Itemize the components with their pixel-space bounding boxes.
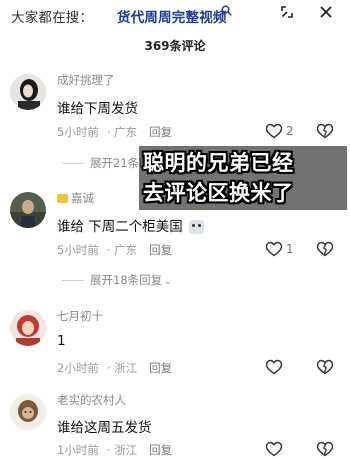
reply-button[interactable]: 回复 bbox=[149, 361, 172, 375]
comment-location: · 广东 bbox=[106, 243, 138, 257]
dislike-broken-heart-icon[interactable] bbox=[316, 440, 334, 457]
like-heart-icon[interactable] bbox=[265, 359, 283, 375]
like-heart-icon[interactable] bbox=[265, 123, 283, 139]
comment-text: 谁给 下周二个柜美国 bbox=[57, 215, 205, 235]
like-heart-icon[interactable] bbox=[265, 241, 283, 257]
comment-count-title: 369条评论 bbox=[144, 39, 206, 53]
dislike-broken-heart-icon[interactable] bbox=[316, 358, 334, 375]
comment-location: · 广东 bbox=[106, 125, 138, 139]
search-bar[interactable]: 大家都在搜： 货代周周完整视频 bbox=[0, 0, 350, 28]
overlay-caption: 聪明的兄弟已经 去评论区换米了 bbox=[139, 146, 347, 210]
comment-meta: 1小时前 · 浙江 回复 bbox=[57, 442, 180, 458]
comment-text: 1 bbox=[57, 333, 66, 349]
comment-text-body: 谁给 下周二个柜美国 bbox=[57, 219, 183, 235]
expand-divider bbox=[62, 163, 84, 164]
reply-button[interactable]: 回复 bbox=[149, 125, 172, 139]
like-heart-icon[interactable] bbox=[265, 441, 283, 457]
avatar[interactable] bbox=[10, 394, 46, 430]
comment-text: 谁给下周发货 bbox=[57, 101, 138, 117]
comment-meta: 5小时前 · 广东 回复 bbox=[57, 124, 180, 140]
overlay-caption-line2: 去评论区换米了 bbox=[143, 181, 294, 205]
avatar[interactable] bbox=[10, 74, 46, 110]
overlay-caption-line1: 聪明的兄弟已经 bbox=[143, 151, 294, 175]
reply-button[interactable]: 回复 bbox=[149, 443, 172, 457]
comment-username[interactable]: 嘉诚 bbox=[57, 190, 94, 206]
comment-text: 谁给这周五发货 bbox=[57, 420, 152, 436]
emoji-icon bbox=[189, 220, 205, 234]
comment-location: · 浙江 bbox=[106, 361, 138, 375]
search-suggestion-link[interactable]: 货代周周完整视频 bbox=[117, 6, 227, 26]
comment-username[interactable]: 老实的农村人 bbox=[57, 392, 126, 408]
dislike-broken-heart-icon[interactable] bbox=[316, 122, 334, 139]
comment-username[interactable]: 成好挑理了 bbox=[57, 72, 115, 88]
comment-time: 2小时前 bbox=[57, 361, 99, 375]
comment-time: 5小时前 bbox=[57, 125, 99, 139]
comment-username-text[interactable]: 嘉诚 bbox=[71, 191, 94, 205]
comment-location: · 浙江 bbox=[106, 443, 138, 457]
search-icon[interactable] bbox=[221, 5, 232, 16]
avatar[interactable] bbox=[10, 310, 46, 346]
like-count: 2 bbox=[286, 124, 294, 138]
chevron-down-icon[interactable]: ⌄ bbox=[164, 277, 172, 287]
avatar[interactable] bbox=[10, 192, 46, 228]
like-count: 1 bbox=[286, 242, 294, 256]
comment-meta: 2小时前 · 浙江 回复 bbox=[57, 360, 180, 376]
expand-replies-label[interactable]: 展开18条回复 bbox=[90, 273, 162, 287]
comment-username[interactable]: 七月初十 bbox=[57, 308, 103, 324]
badge-icon bbox=[57, 194, 68, 203]
expand-replies-link[interactable]: 展开18条回复 ⌄ bbox=[62, 272, 172, 288]
reply-button[interactable]: 回复 bbox=[149, 243, 172, 257]
dislike-broken-heart-icon[interactable] bbox=[316, 240, 334, 257]
comment-meta: 5小时前 · 广东 回复 bbox=[57, 242, 180, 258]
minimize-window-icon[interactable] bbox=[279, 4, 295, 20]
comment-time: 5小时前 bbox=[57, 243, 99, 257]
search-prefix: 大家都在搜： bbox=[11, 10, 94, 26]
close-icon[interactable] bbox=[318, 4, 334, 20]
comment-time: 1小时前 bbox=[57, 443, 99, 457]
expand-divider bbox=[62, 280, 84, 281]
